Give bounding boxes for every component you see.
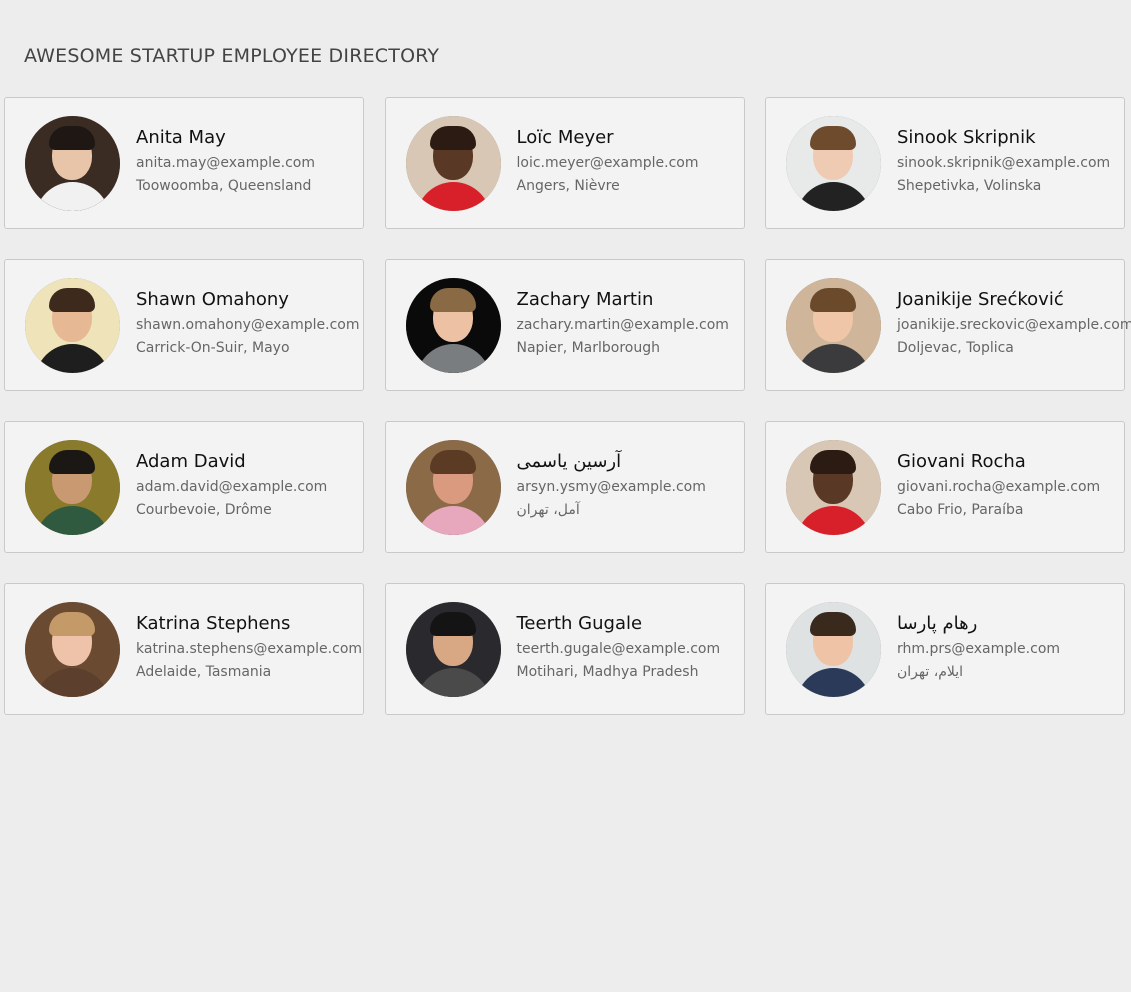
employee-info: Adam David adam.david@example.com Courbevo… bbox=[136, 451, 327, 519]
employee-avatar bbox=[405, 115, 501, 211]
employee-name: Anita May bbox=[136, 127, 226, 148]
employee-info: Shawn Omahony shawn.omahony@example.com Ca… bbox=[136, 289, 360, 357]
employee-email: sinook.skripnik@example.com bbox=[897, 155, 1111, 171]
employee-card[interactable]: Anita May anita.may@example.com Toowoomba,… bbox=[4, 97, 364, 229]
employee-email: teerth.gugale@example.com bbox=[516, 641, 721, 657]
employee-info: Zachary Martin zachary.martin@example.com… bbox=[517, 289, 729, 357]
employee-info: آرسین یاسمی arsyn.ysmy@example.com آمل، ته… bbox=[517, 451, 706, 519]
employee-email: joanikije.sreckovic@example.com bbox=[897, 317, 1131, 333]
employee-location: Toowoomba, Queensland bbox=[136, 178, 312, 194]
employee-info: Sinook Skripnik sinook.skripnik@example.c… bbox=[897, 127, 1110, 195]
employee-location: Shepetivka, Volinska bbox=[897, 178, 1042, 194]
employee-name: Zachary Martin bbox=[516, 289, 654, 310]
employee-info: رهام پارسا rhm.prs@example.com ایلام، تهرا… bbox=[897, 613, 1060, 681]
employee-avatar bbox=[786, 439, 881, 535]
page-title: AWESOME STARTUP EMPLOYEE DIRECTORY bbox=[24, 45, 440, 67]
employee-name: Joanikije Srećković bbox=[897, 289, 1064, 310]
employee-grid: Anita May anita.may@example.com Toowoomba,… bbox=[4, 97, 1131, 715]
employee-location: Carrick-On-Suir, Mayo bbox=[136, 340, 290, 356]
employee-card[interactable]: Zachary Martin zachary.martin@example.com… bbox=[384, 259, 745, 391]
employee-card[interactable]: Loïc Meyer loic.meyer@example.com Angers, … bbox=[384, 97, 745, 229]
employee-email: anita.may@example.com bbox=[136, 155, 315, 171]
employee-info: Giovani Rocha giovani.rocha@example.com Ca… bbox=[897, 451, 1100, 519]
employee-card[interactable]: Teerth Gugale teerth.gugale@example.com Mo… bbox=[384, 583, 745, 715]
employee-location: ایلام، تهران bbox=[897, 664, 964, 680]
employee-name: Loïc Meyer bbox=[516, 127, 614, 148]
employee-avatar bbox=[786, 115, 881, 211]
employee-avatar bbox=[405, 277, 501, 373]
employee-location: Adelaide, Tasmania bbox=[136, 664, 272, 680]
employee-avatar bbox=[786, 601, 881, 697]
employee-info: Anita May anita.may@example.com Toowoomba,… bbox=[136, 127, 315, 195]
employee-location: Courbevoie, Drôme bbox=[136, 502, 272, 518]
employee-location: Cabo Frio, Paraíba bbox=[897, 502, 1024, 518]
employee-avatar bbox=[25, 439, 120, 535]
employee-avatar bbox=[25, 277, 120, 373]
employee-email: zachary.martin@example.com bbox=[516, 317, 729, 333]
employee-info: Joanikije Srećković joanikije.sreckovic@e… bbox=[897, 289, 1131, 357]
employee-email: adam.david@example.com bbox=[136, 479, 328, 495]
employee-card[interactable]: Adam David adam.david@example.com Courbevo… bbox=[4, 421, 364, 553]
employee-avatar bbox=[786, 277, 881, 373]
employee-info: Teerth Gugale teerth.gugale@example.com Mo… bbox=[517, 613, 721, 681]
employee-avatar bbox=[405, 601, 501, 697]
employee-location: Doljevac, Toplica bbox=[897, 340, 1014, 356]
employee-avatar bbox=[25, 601, 120, 697]
employee-name: Giovani Rocha bbox=[897, 451, 1026, 472]
employee-email: arsyn.ysmy@example.com bbox=[516, 479, 706, 495]
employee-card[interactable]: Joanikije Srećković joanikije.sreckovic@e… bbox=[765, 259, 1131, 391]
employee-email: katrina.stephens@example.com bbox=[136, 641, 363, 657]
employee-avatar bbox=[25, 115, 120, 211]
employee-name: آرسین یاسمی bbox=[516, 451, 622, 472]
employee-name: Sinook Skripnik bbox=[897, 127, 1036, 148]
employee-location: آمل، تهران bbox=[516, 502, 580, 518]
employee-info: Loïc Meyer loic.meyer@example.com Angers, … bbox=[517, 127, 699, 195]
employee-card[interactable]: Katrina Stephens katrina.stephens@example… bbox=[4, 583, 364, 715]
employee-email: shawn.omahony@example.com bbox=[136, 317, 360, 333]
employee-name: رهام پارسا bbox=[897, 613, 978, 634]
employee-email: rhm.prs@example.com bbox=[897, 641, 1061, 657]
employee-name: Katrina Stephens bbox=[136, 613, 291, 634]
employee-location: Motihari, Madhya Pradesh bbox=[516, 664, 699, 680]
employee-location: Napier, Marlborough bbox=[516, 340, 661, 356]
employee-card[interactable]: Sinook Skripnik sinook.skripnik@example.c… bbox=[765, 97, 1125, 229]
employee-location: Angers, Nièvre bbox=[516, 178, 620, 194]
employee-name: Adam David bbox=[136, 451, 246, 472]
employee-card[interactable]: رهام پارسا rhm.prs@example.com ایلام، تهرا… bbox=[765, 583, 1125, 715]
employee-email: loic.meyer@example.com bbox=[516, 155, 699, 171]
employee-avatar bbox=[405, 439, 501, 535]
employee-name: Teerth Gugale bbox=[516, 613, 643, 634]
employee-card[interactable]: آرسین یاسمی arsyn.ysmy@example.com آمل، ته… bbox=[384, 421, 745, 553]
employee-card[interactable]: Shawn Omahony shawn.omahony@example.com Ca… bbox=[4, 259, 364, 391]
employee-email: giovani.rocha@example.com bbox=[897, 479, 1101, 495]
employee-name: Shawn Omahony bbox=[136, 289, 289, 310]
employee-info: Katrina Stephens katrina.stephens@example… bbox=[136, 613, 362, 681]
employee-card[interactable]: Giovani Rocha giovani.rocha@example.com Ca… bbox=[765, 421, 1125, 553]
